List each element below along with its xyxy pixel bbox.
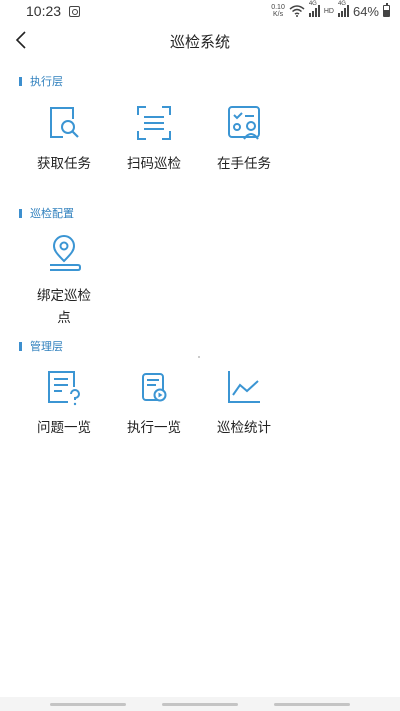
document-search-icon — [50, 107, 79, 138]
menu-item-label: 执行一览 — [127, 420, 181, 436]
menu-item-tasks-in-hand[interactable]: 在手任务 — [199, 103, 289, 175]
gesture-pill-right[interactable] — [274, 703, 350, 706]
status-bar: 10:23 0.10 K/s 4G HD 4G 64% — [0, 0, 400, 22]
battery-percent: 64% — [352, 3, 379, 19]
menu-item-label: 在手任务 — [217, 156, 271, 172]
menu-item-label: 绑定巡检点 — [37, 288, 91, 326]
section-header-execution: 执行层 — [19, 73, 63, 89]
menu-item-scan-inspection[interactable]: 扫码巡检 — [109, 103, 199, 175]
network-speed-value: 0.10 — [271, 4, 285, 11]
section-marker — [19, 208, 22, 218]
battery-icon — [383, 3, 390, 17]
status-indicators: 0.10 K/s 4G HD 4G 64% — [271, 1, 390, 19]
location-pin-icon — [50, 235, 81, 271]
section-header-config: 巡检配置 — [19, 205, 74, 221]
gesture-pill-center[interactable] — [162, 703, 238, 706]
hd-voice-tag: HD — [323, 7, 334, 15]
menu-item-label: 巡检统计 — [217, 420, 271, 436]
network-speed-unit: K/s — [272, 11, 284, 18]
menu-item-bind-checkpoint[interactable]: 绑定巡检点 — [19, 235, 109, 329]
menu-item-label: 问题一览 — [37, 420, 91, 436]
menu-item-issue-overview[interactable]: 问题一览 — [19, 367, 109, 439]
network-speed: 0.10 K/s — [271, 4, 285, 18]
section-header-management: 管理层 — [19, 338, 63, 354]
section-title: 执行层 — [30, 75, 63, 88]
menu-item-inspection-stats[interactable]: 巡检统计 — [199, 367, 289, 439]
sim2-network-type: 4G — [337, 1, 346, 7]
signal-sim2-icon: 4G — [337, 1, 349, 17]
wifi-icon — [289, 5, 305, 17]
page-title: 巡检系统 — [169, 33, 230, 51]
status-time: 10:23 — [26, 3, 62, 19]
divider-dot — [198, 356, 200, 358]
gesture-pill-left[interactable] — [50, 703, 126, 706]
section-marker — [19, 341, 22, 351]
signal-sim1-icon: 4G — [308, 1, 320, 17]
menu-item-label: 获取任务 — [37, 156, 91, 172]
play-document-icon — [142, 373, 167, 402]
line-chart-icon — [228, 371, 260, 403]
menu-item-get-task[interactable]: 获取任务 — [19, 103, 109, 175]
question-document-icon — [48, 371, 80, 406]
scan-icon — [137, 106, 171, 140]
notification-app-icon — [69, 5, 81, 17]
menu-item-label: 扫码巡检 — [127, 156, 181, 172]
menu-item-execution-overview[interactable]: 执行一览 — [109, 367, 199, 439]
sim1-network-type: 4G — [308, 1, 317, 7]
section-title: 管理层 — [30, 340, 63, 353]
section-title: 巡检配置 — [30, 207, 74, 220]
nav-bar: 巡检系统 — [0, 22, 400, 58]
section-marker — [19, 76, 22, 86]
task-checklist-icon — [228, 106, 260, 140]
